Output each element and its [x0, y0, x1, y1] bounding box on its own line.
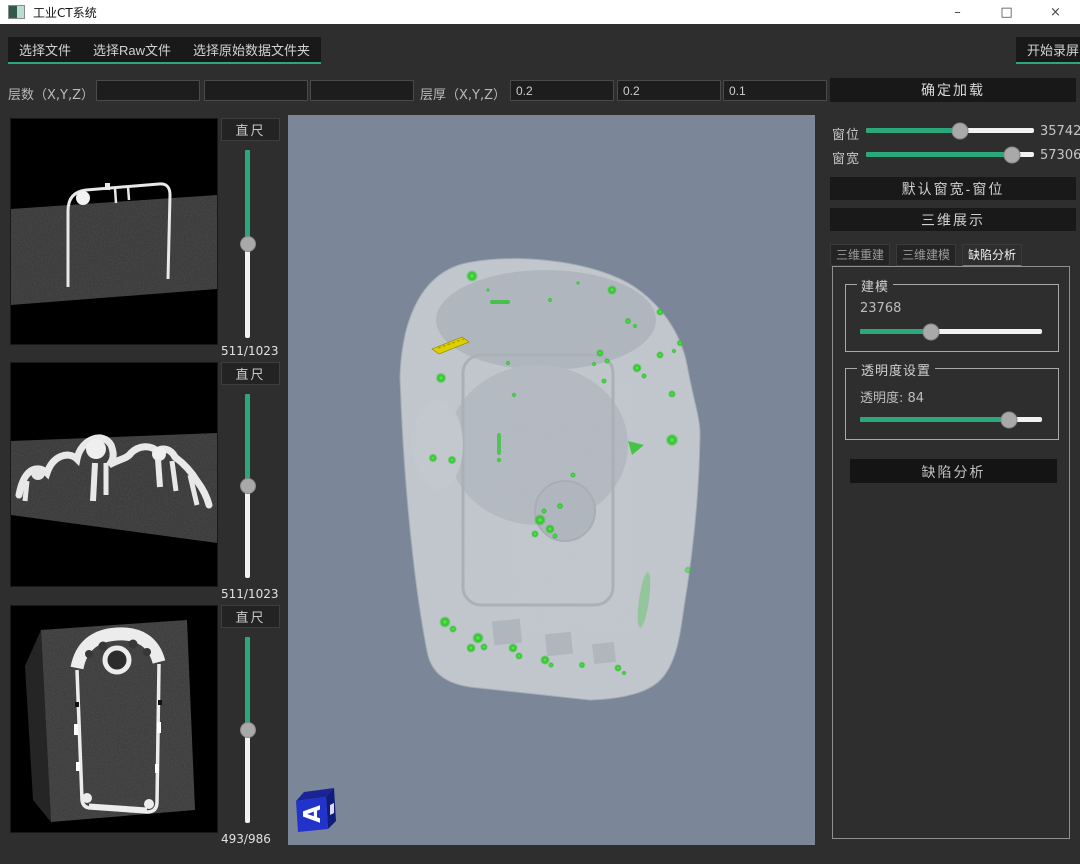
window-level-label: 窗位 — [832, 124, 860, 143]
slice-slider-bottom-fill — [245, 637, 250, 730]
slice-slider-middle-handle[interactable] — [240, 478, 256, 494]
opacity-value-label: 透明度: 84 — [860, 387, 924, 406]
tab-defect-analysis[interactable]: 缺陷分析 — [962, 244, 1022, 267]
viewport-3d[interactable]: A — [288, 115, 815, 845]
maximize-button[interactable]: □ — [982, 0, 1031, 24]
confirm-load-button[interactable]: 确定加载 — [830, 78, 1076, 102]
modeling-group-title: 建模 — [857, 276, 893, 295]
slice-slider-middle[interactable] — [245, 394, 250, 578]
opacity-group-title: 透明度设置 — [857, 360, 935, 379]
display-3d-button[interactable]: 三维展示 — [830, 208, 1076, 231]
thickness-z-input[interactable] — [723, 80, 827, 101]
slice-position-top: 511/1023 — [221, 344, 291, 358]
modeling-slider-handle[interactable] — [922, 323, 939, 340]
orientation-cube-logo: A — [296, 788, 336, 832]
record-button-strip: 开始录屏 — [1016, 37, 1080, 64]
slice-slider-top-handle[interactable] — [240, 236, 256, 252]
ct-slice-image-bottom — [11, 606, 217, 832]
file-menu-strip: 选择文件 选择Raw文件 选择原始数据文件夹 — [8, 37, 321, 64]
slice-slider-bottom-handle[interactable] — [240, 722, 256, 738]
window-level-slider[interactable] — [866, 128, 1034, 133]
select-file-button[interactable]: 选择文件 — [8, 37, 82, 62]
layers-x-input[interactable] — [96, 80, 200, 101]
opacity-slider[interactable] — [860, 417, 1042, 422]
window-level-value: 35742 — [1040, 124, 1080, 139]
layers-z-input[interactable] — [310, 80, 414, 101]
minimize-button[interactable]: – — [933, 0, 982, 24]
slice-slider-top-fill — [245, 150, 250, 244]
window-width-label: 窗宽 — [832, 148, 860, 167]
viewport-3d-render: A — [288, 115, 815, 845]
slice-position-bottom: 493/986 — [221, 832, 291, 846]
opacity-slider-handle[interactable] — [1001, 411, 1018, 428]
ruler-button-middle[interactable]: 直尺 — [221, 362, 280, 385]
ct-slice-image-top — [11, 119, 217, 344]
ruler-button-top[interactable]: 直尺 — [221, 118, 280, 141]
select-raw-file-button[interactable]: 选择Raw文件 — [82, 37, 182, 62]
opacity-group: 透明度设置 透明度: 84 — [845, 368, 1059, 440]
slice-slider-bottom[interactable] — [245, 637, 250, 823]
thickness-y-input[interactable] — [617, 80, 721, 101]
layers-y-input[interactable] — [204, 80, 308, 101]
defect-analysis-button[interactable]: 缺陷分析 — [850, 459, 1057, 483]
layers-xyz-label: 层数（X,Y,Z） — [8, 84, 94, 103]
window-width-slider[interactable] — [866, 152, 1034, 157]
window-width-handle[interactable] — [1004, 146, 1021, 163]
tab-3d-reconstruction[interactable]: 三维重建 — [830, 244, 890, 266]
title-bar: 工业CT系统 – □ × — [0, 0, 1080, 24]
logo-letter: A — [300, 805, 326, 823]
modeling-value: 23768 — [860, 301, 901, 316]
default-window-button[interactable]: 默认窗宽-窗位 — [830, 177, 1076, 200]
modeling-slider[interactable] — [860, 329, 1042, 334]
ct-slice-image-middle — [11, 363, 217, 586]
tab-3d-modeling[interactable]: 三维建模 — [896, 244, 956, 266]
window-level-handle[interactable] — [952, 122, 969, 139]
ct-slice-view-middle[interactable] — [10, 362, 218, 587]
ct-slice-view-top[interactable] — [10, 118, 218, 345]
industrial-ct-app-window: 工业CT系统 – □ × 选择文件 选择Raw文件 选择原始数据文件夹 开始录屏… — [0, 0, 1080, 864]
modeling-slider-fill — [860, 329, 931, 334]
window-width-fill — [866, 152, 1012, 157]
window-title: 工业CT系统 — [33, 4, 97, 21]
slice-slider-top[interactable] — [245, 150, 250, 338]
window-level-fill — [866, 128, 960, 133]
window-width-value: 57306 — [1040, 148, 1080, 163]
opacity-slider-fill — [860, 417, 1009, 422]
thickness-xyz-label: 层厚（X,Y,Z） — [420, 84, 506, 103]
select-raw-data-folder-button[interactable]: 选择原始数据文件夹 — [182, 37, 321, 62]
ruler-button-bottom[interactable]: 直尺 — [221, 605, 280, 628]
slice-slider-middle-fill — [245, 394, 250, 486]
thickness-x-input[interactable] — [510, 80, 614, 101]
close-button[interactable]: × — [1031, 0, 1080, 24]
ct-slice-view-bottom[interactable] — [10, 605, 218, 833]
modeling-group: 建模 23768 — [845, 284, 1059, 352]
slice-position-middle: 511/1023 — [221, 587, 291, 601]
start-recording-button[interactable]: 开始录屏 — [1016, 37, 1080, 62]
app-icon — [8, 5, 25, 19]
